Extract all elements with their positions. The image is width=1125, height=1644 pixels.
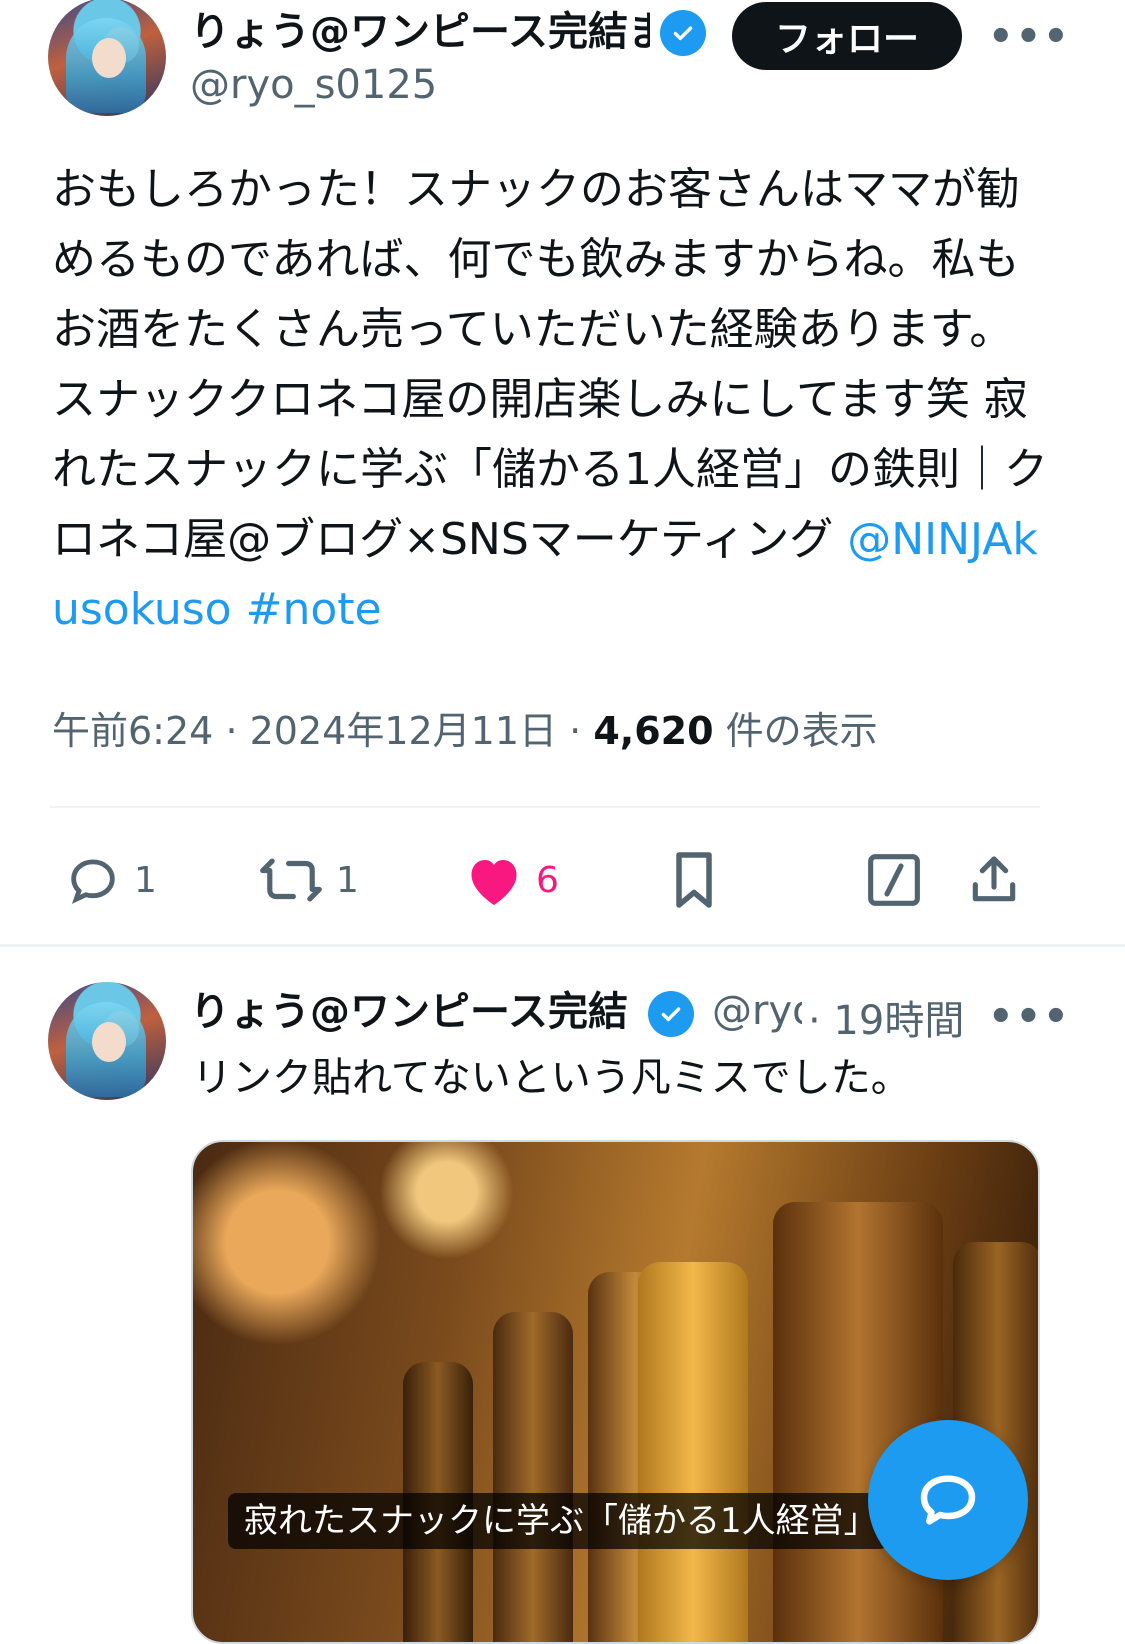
bookmark-button[interactable] [668,845,720,915]
divider [50,806,1040,808]
retweet-count: 1 [336,859,359,901]
tweet-time[interactable]: 午前6:24 [52,709,213,753]
grok-button[interactable] [866,845,922,915]
tweet-text: おもしろかった！スナックのお客さんはママが勧めるものであれば、何でも飲みますから… [52,155,1052,645]
chat-bubble-icon [920,1475,976,1525]
reply-icon [71,859,115,904]
bottle-shape [773,1202,943,1642]
reply-count: 1 [134,859,157,901]
retweet-icon [260,858,322,902]
user-handle[interactable]: @ryo_s0125 [190,62,437,108]
more-options-icon[interactable]: ••• [988,14,1071,60]
separator: · [569,709,582,753]
tweet-meta: 午前6:24 · 2024年12月11日 · 4,620 件の表示 [52,700,878,755]
reply-display-name[interactable]: りょう@ワンピース完結 [190,988,640,1036]
avatar[interactable] [48,0,166,116]
like-button[interactable]: 6 [464,845,559,915]
reply-more-options-icon[interactable]: ••• [988,994,1071,1040]
reply-avatar[interactable] [48,982,166,1100]
tweet-body: おもしろかった！スナックのお客さんはママが勧めるものであれば、何でも飲みますから… [52,164,1048,565]
bottle-shape [493,1312,573,1642]
link-card-title: 寂れたスナックに学ぶ「儲かる1人経営」の鉄則 [228,1493,888,1549]
slash-box-icon [868,854,920,906]
views-label: 件の表示 [725,709,878,753]
verified-badge-icon [660,10,706,56]
display-name[interactable]: りょう@ワンピース完結まで [190,8,650,56]
reply-time[interactable]: · 19時間 [808,988,964,1046]
reply-button[interactable]: 1 [64,845,157,915]
reply-text: リンク貼れてないという凡ミスでした。 [192,1055,911,1101]
compose-fab-button[interactable] [868,1420,1028,1580]
bookmark-icon [676,852,712,908]
reply-handle[interactable]: @ryo_s0125 [712,988,802,1034]
separator: · [225,709,238,753]
tweet-date[interactable]: 2024年12月11日 [250,709,557,753]
share-icon [972,856,1016,902]
hashtag-link[interactable]: #note [246,584,382,635]
bottle-shape [638,1262,748,1642]
like-count: 6 [536,859,559,901]
views-count: 4,620 [593,709,714,753]
follow-button[interactable]: フォロー [732,2,962,70]
section-divider [0,944,1125,947]
share-button[interactable] [966,845,1022,915]
reply-verified-badge-icon [648,991,694,1037]
heart-icon [471,860,517,905]
retweet-button[interactable]: 1 [258,845,359,915]
